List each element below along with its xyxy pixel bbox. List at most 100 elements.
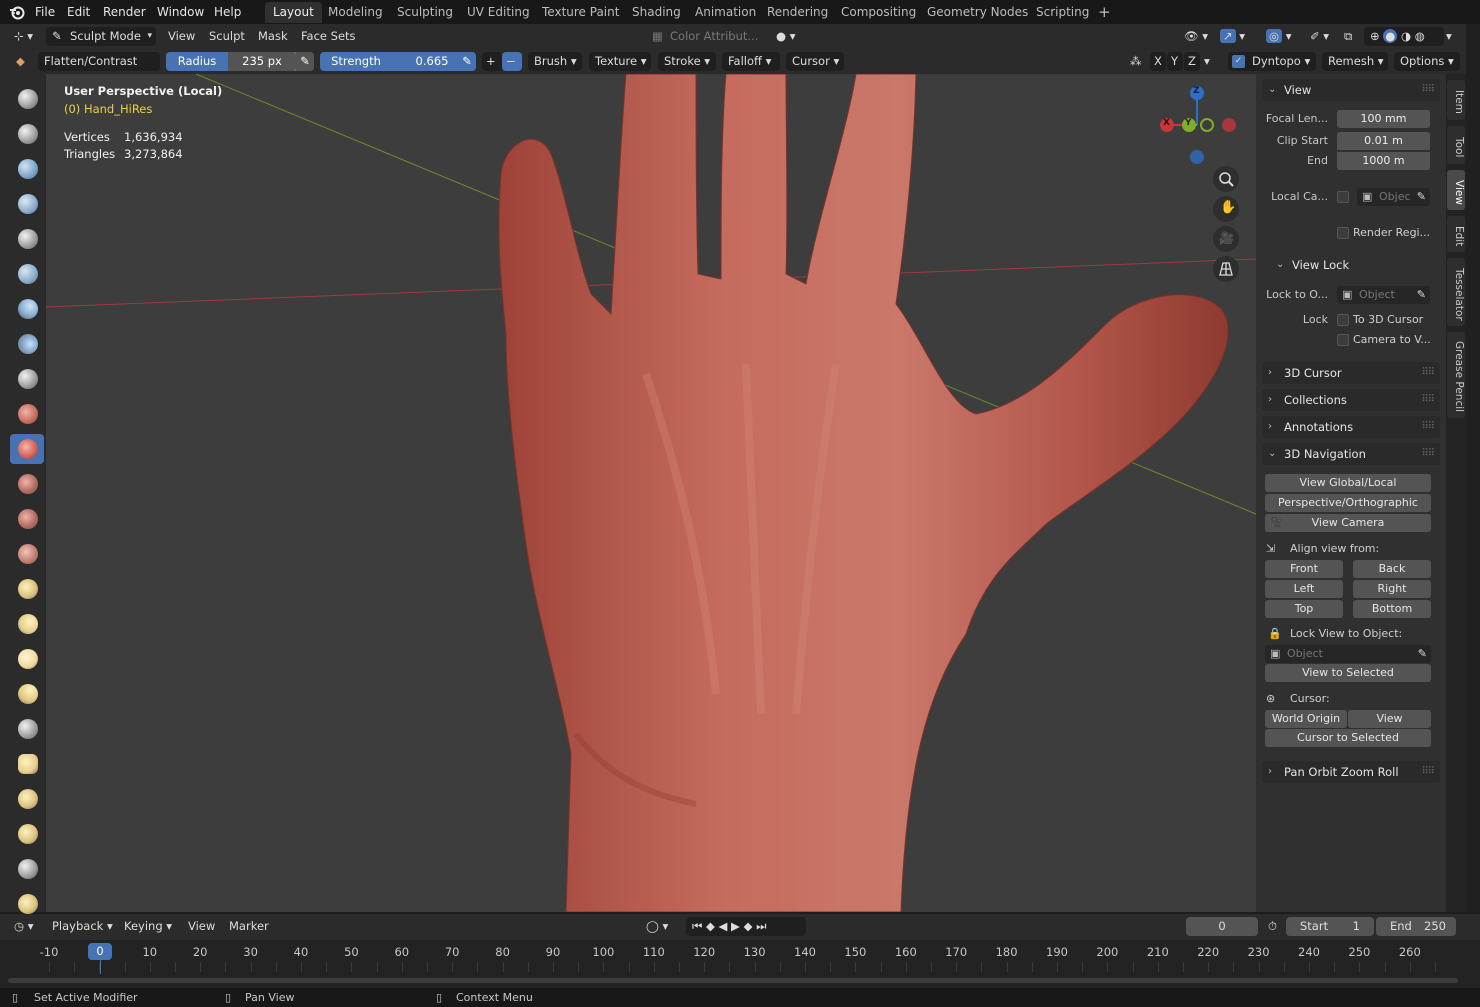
gizmo-toggle-icon[interactable]: ↗ ▾: [1214, 27, 1254, 46]
brush-preview-icon[interactable]: ◆: [16, 52, 25, 71]
sidebar-tab-edit[interactable]: Edit: [1447, 216, 1465, 252]
jump-end-icon[interactable]: ⏭: [756, 919, 766, 933]
align-left-button[interactable]: Left: [1265, 580, 1343, 598]
color-attribute-dropdown[interactable]: ▦ Color Attribut...: [648, 27, 764, 46]
tool-nudge[interactable]: [10, 784, 44, 814]
add-workspace-icon[interactable]: +: [1090, 2, 1119, 23]
mesh-edit-overlay-icon[interactable]: ✐ ▾: [1304, 27, 1336, 46]
panel-view-lock-header[interactable]: ⌄ View Lock: [1270, 254, 1440, 276]
tool-grab[interactable]: [10, 609, 44, 639]
3d-viewport[interactable]: User Perspective (Local) (0) Hand_HiRes …: [46, 74, 1256, 912]
lock-view-object-field[interactable]: ▣ Object ✎: [1265, 645, 1431, 663]
end-frame-field[interactable]: End 250: [1376, 917, 1456, 936]
tool-fill[interactable]: [10, 469, 44, 499]
eyedropper-icon[interactable]: ✎: [1418, 645, 1427, 663]
tab-rendering[interactable]: Rendering: [759, 2, 836, 23]
tool-thumb[interactable]: [10, 714, 44, 744]
panel-collections-header[interactable]: › Collections ⠿⠿: [1262, 389, 1440, 411]
sidebar-tab-item[interactable]: Item: [1447, 80, 1465, 120]
drag-grip-icon[interactable]: ⠿⠿: [1421, 443, 1435, 465]
sample-color-icon[interactable]: ● ▾: [770, 27, 802, 46]
prev-keyframe-icon[interactable]: ◆: [706, 919, 715, 933]
camera-view-icon[interactable]: 🎥: [1213, 226, 1239, 252]
tool-clay[interactable]: [10, 154, 44, 184]
panel-3d-navigation-header[interactable]: ⌄ 3D Navigation ⠿⠿: [1262, 443, 1440, 465]
world-origin-button[interactable]: World Origin: [1265, 710, 1347, 728]
wireframe-shading-icon[interactable]: ⊕: [1370, 29, 1380, 43]
direction-subtract-icon[interactable]: −: [502, 52, 522, 71]
header-menu-view[interactable]: View: [168, 27, 195, 46]
stopwatch-icon[interactable]: ⏱: [1268, 917, 1277, 936]
view-to-selected-button[interactable]: View to Selected: [1265, 664, 1431, 682]
overlays-toggle-icon[interactable]: ◎ ▾: [1260, 27, 1300, 46]
drag-grip-icon[interactable]: ⠿⠿: [1421, 79, 1435, 101]
rendered-shading-icon[interactable]: ◍: [1415, 29, 1425, 43]
tool-inflate[interactable]: [10, 294, 44, 324]
align-right-button[interactable]: Right: [1353, 580, 1431, 598]
tab-geometry-nodes[interactable]: Geometry Nodes: [919, 2, 1036, 23]
tool-rotate[interactable]: [10, 819, 44, 849]
drag-grip-icon[interactable]: ⠿⠿: [1421, 416, 1435, 438]
tool-draw[interactable]: [10, 84, 44, 114]
drag-grip-icon[interactable]: ⠿⠿: [1421, 761, 1435, 783]
header-menu-sculpt[interactable]: Sculpt: [209, 27, 245, 46]
playhead-marker[interactable]: 0: [88, 943, 112, 960]
timeline-area[interactable]: -10 10 20 30 40 50 60 70 80 90 100 110 120 130 140 150 1…: [0, 940, 1480, 988]
view-camera-button[interactable]: 🎥 View Camera: [1265, 514, 1431, 532]
tab-sculpting[interactable]: Sculpting: [389, 2, 461, 23]
panel-3d-cursor-header[interactable]: › 3D Cursor ⠿⠿: [1262, 362, 1440, 384]
tab-texture-paint[interactable]: Texture Paint: [534, 2, 627, 23]
symmetry-z-toggle[interactable]: Z: [1184, 52, 1200, 71]
falloff-dropdown[interactable]: Falloff ▾: [722, 52, 780, 71]
material-shading-icon[interactable]: ◑: [1401, 29, 1411, 43]
zoom-icon[interactable]: [1213, 166, 1239, 192]
tool-multiplane-scrape[interactable]: [10, 539, 44, 569]
tool-smooth[interactable]: [10, 399, 44, 429]
menu-render[interactable]: Render: [103, 3, 146, 21]
local-camera-checkbox[interactable]: [1337, 191, 1349, 203]
align-front-button[interactable]: Front: [1265, 560, 1343, 578]
tool-slide-relax[interactable]: [10, 854, 44, 884]
menu-window[interactable]: Window: [157, 3, 204, 21]
tab-layout[interactable]: Layout: [265, 2, 322, 23]
tool-clay-thumb[interactable]: [10, 224, 44, 254]
remesh-dropdown[interactable]: Remesh ▾: [1322, 52, 1388, 71]
timeline-scrollbar[interactable]: [8, 978, 1458, 983]
dyntopo-checkbox[interactable]: ✓: [1232, 55, 1245, 68]
tab-animation[interactable]: Animation: [687, 2, 764, 23]
tool-flatten[interactable]: [10, 434, 44, 464]
clip-end-field[interactable]: 1000 m: [1337, 152, 1430, 170]
lock-to-3d-cursor-checkbox[interactable]: [1337, 314, 1349, 326]
stroke-dropdown[interactable]: Stroke ▾: [658, 52, 716, 71]
menu-file[interactable]: File: [35, 3, 55, 21]
camera-to-view-checkbox[interactable]: [1337, 334, 1349, 346]
timeline-editor-type-icon[interactable]: ◷ ▾: [8, 917, 40, 936]
tool-blob[interactable]: [10, 329, 44, 359]
editor-type-icon[interactable]: ⊹ ▾: [8, 27, 42, 46]
strength-pressure-icon[interactable]: ✎: [458, 52, 476, 71]
symmetry-options-icon[interactable]: ▾: [1204, 52, 1210, 71]
tab-scripting[interactable]: Scripting: [1028, 2, 1097, 23]
timeline-menu-view[interactable]: View: [188, 917, 215, 936]
cursor-view-button[interactable]: View: [1348, 710, 1431, 728]
lock-to-object-field[interactable]: ▣ Object ✎: [1337, 286, 1430, 304]
tool-pinch[interactable]: [10, 574, 44, 604]
auto-keying-icon[interactable]: ◯ ▾: [640, 917, 676, 936]
header-menu-mask[interactable]: Mask: [258, 27, 288, 46]
symmetry-x-toggle[interactable]: X: [1150, 52, 1166, 71]
drag-grip-icon[interactable]: ⠿⠿: [1421, 362, 1435, 384]
mode-dropdown[interactable]: ✎ Sculpt Mode ▾: [46, 27, 156, 46]
eyedropper-icon[interactable]: ✎: [1417, 188, 1426, 206]
brush-dropdown[interactable]: Brush ▾: [528, 52, 582, 71]
tab-uv-editing[interactable]: UV Editing: [459, 2, 538, 23]
tool-snake-hook[interactable]: [10, 679, 44, 709]
play-icon[interactable]: ▶: [731, 919, 740, 933]
eyedropper-icon[interactable]: ✎: [1417, 286, 1426, 304]
shading-options-icon[interactable]: ▾: [1446, 27, 1452, 46]
sidebar-tab-view[interactable]: View: [1447, 170, 1465, 210]
panel-view-header[interactable]: ⌄ View ⠿⠿: [1262, 79, 1440, 101]
align-bottom-button[interactable]: Bottom: [1353, 600, 1431, 618]
blender-logo-icon[interactable]: [9, 4, 25, 20]
visibility-icon[interactable]: 👁 ▾: [1178, 27, 1210, 46]
local-camera-field[interactable]: ▣ Objec ✎: [1357, 188, 1430, 206]
